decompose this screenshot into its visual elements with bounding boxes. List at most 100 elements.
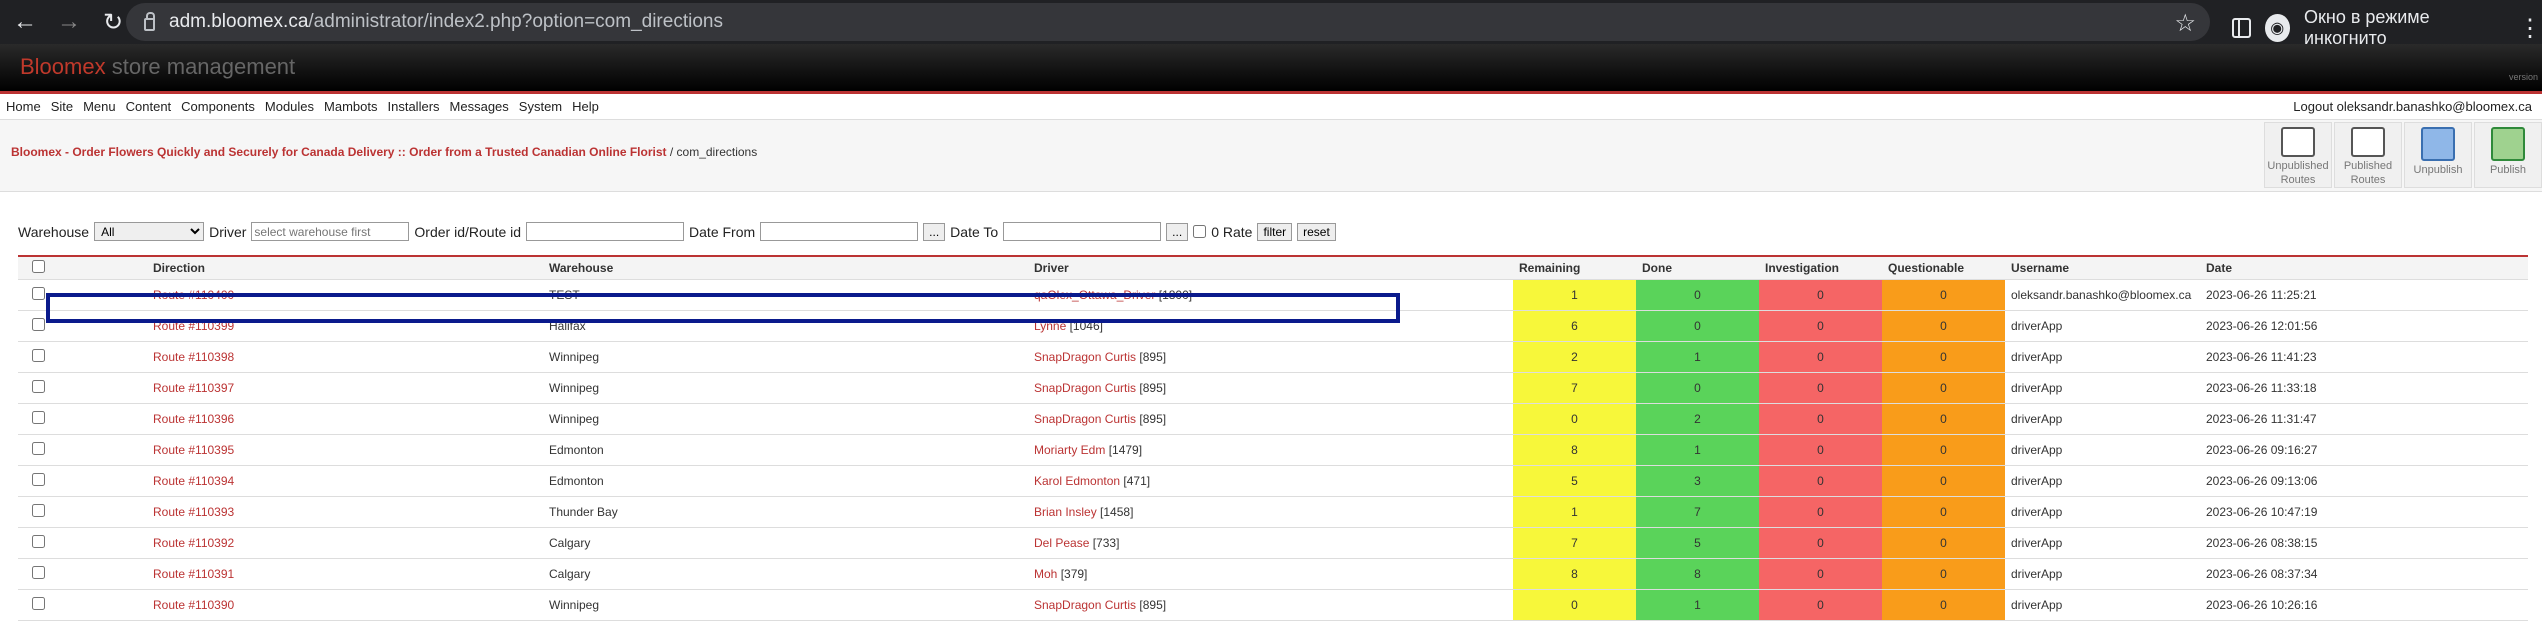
browser-menu-icon[interactable]: ⋮ <box>2518 14 2542 43</box>
done-cell: 2 <box>1636 403 1759 435</box>
driver-link[interactable]: Lynne <box>1034 319 1066 333</box>
menu-help[interactable]: Help <box>572 99 599 114</box>
date-cell: 2023-06-26 08:37:34 <box>2200 558 2528 590</box>
logout-link[interactable]: Logout oleksandr.banashko@bloomex.ca <box>2293 99 2532 114</box>
driver-link[interactable]: SnapDragon Curtis <box>1034 381 1136 395</box>
col-warehouse[interactable]: Warehouse <box>543 256 1028 280</box>
row-checkbox[interactable] <box>31 596 45 610</box>
route-link[interactable]: Route #110391 <box>153 567 234 581</box>
driver-link[interactable]: Moh <box>1034 567 1057 581</box>
route-link[interactable]: Route #110392 <box>153 536 234 550</box>
bookmark-star-icon[interactable]: ☆ <box>2174 9 2196 38</box>
driver-link[interactable]: Moriarty Edm <box>1034 443 1105 457</box>
row-checkbox[interactable] <box>31 379 45 393</box>
publish-button[interactable]: Publish <box>2474 122 2542 188</box>
col-direction[interactable]: Direction <box>58 256 543 280</box>
row-checkbox[interactable] <box>31 286 45 300</box>
brand-logo: Bloomex store management <box>20 54 295 80</box>
row-checkbox[interactable] <box>31 348 45 362</box>
row-checkbox[interactable] <box>31 503 45 517</box>
order-id-input[interactable] <box>526 222 685 241</box>
reload-icon[interactable]: ↻ <box>98 7 128 37</box>
menu-home[interactable]: Home <box>6 99 41 114</box>
route-link[interactable]: Route #110396 <box>153 412 234 426</box>
route-link[interactable]: Route #110390 <box>153 598 234 612</box>
lock-icon[interactable] <box>144 11 155 31</box>
remaining-cell: 8 <box>1513 434 1636 466</box>
driver-cell: Brian Insley [1458] <box>1028 496 1513 528</box>
url-text[interactable]: adm.bloomex.ca/administrator/index2.php?… <box>169 11 723 33</box>
col-done[interactable]: Done <box>1636 256 1759 280</box>
col-remaining[interactable]: Remaining <box>1513 256 1636 280</box>
menu-mambots[interactable]: Mambots <box>324 99 377 114</box>
done-cell: 0 <box>1636 310 1759 342</box>
row-select-cell <box>18 310 58 342</box>
row-checkbox[interactable] <box>31 441 45 455</box>
col-date[interactable]: Date <box>2200 256 2528 280</box>
row-checkbox[interactable] <box>31 472 45 486</box>
back-icon[interactable]: ← <box>10 7 40 37</box>
rate-checkbox[interactable] <box>1193 225 1207 238</box>
row-checkbox[interactable] <box>31 534 45 548</box>
driver-link[interactable]: qaOlex_Ottawa_Driver <box>1034 288 1155 302</box>
col-driver[interactable]: Driver <box>1028 256 1513 280</box>
col-investigation[interactable]: Investigation <box>1759 256 1882 280</box>
row-checkbox[interactable] <box>31 317 45 331</box>
date-from-picker-button[interactable]: ... <box>923 222 946 241</box>
row-checkbox[interactable] <box>31 410 45 424</box>
rate-label: 0 Rate <box>1211 223 1253 240</box>
reset-button[interactable]: reset <box>1297 222 1336 241</box>
date-cell: 2023-06-26 08:38:15 <box>2200 527 2528 559</box>
driver-link[interactable]: Brian Insley <box>1034 505 1097 519</box>
col-username[interactable]: Username <box>2005 256 2200 280</box>
route-link[interactable]: Route #110394 <box>153 474 234 488</box>
col-questionable[interactable]: Questionable <box>1882 256 2005 280</box>
driver-link[interactable]: SnapDragon Curtis <box>1034 598 1136 612</box>
warehouse-cell: Winnipeg <box>543 372 1028 404</box>
route-link[interactable]: Route #110395 <box>153 443 234 457</box>
route-link[interactable]: Route #110397 <box>153 381 234 395</box>
published-routes-button[interactable]: Published Routes <box>2334 122 2402 188</box>
incognito-label[interactable]: Окно в режиме инкогнито <box>2304 7 2498 49</box>
menu-menu[interactable]: Menu <box>83 99 116 114</box>
route-link[interactable]: Route #110398 <box>153 350 234 364</box>
done-cell: 7 <box>1636 496 1759 528</box>
menu-installers[interactable]: Installers <box>388 99 440 114</box>
date-from-input[interactable] <box>760 222 919 241</box>
unpublished-routes-button[interactable]: Unpublished Routes <box>2264 122 2332 188</box>
date-to-picker-button[interactable]: ... <box>1166 222 1189 241</box>
route-link[interactable]: Route #110400 <box>153 288 234 302</box>
forward-icon[interactable]: → <box>54 7 84 37</box>
investigation-cell: 0 <box>1759 589 1882 621</box>
username-cell: driverApp <box>2005 589 2200 621</box>
table-row: Route #110399 Halifax Lynne [1046] 6 0 0 0 driv… <box>18 310 2528 342</box>
menu-modules[interactable]: Modules <box>265 99 314 114</box>
date-to-input[interactable] <box>1003 222 1162 241</box>
menu-content[interactable]: Content <box>126 99 172 114</box>
unpublish-button[interactable]: Unpublish <box>2404 122 2472 188</box>
driver-id: [733] <box>1092 535 1120 550</box>
driver-link[interactable]: Karol Edmonton <box>1034 474 1120 488</box>
row-select-cell <box>18 496 58 528</box>
breadcrumb-home-link[interactable]: Bloomex - Order Flowers Quickly and Secu… <box>11 145 667 159</box>
driver-link[interactable]: SnapDragon Curtis <box>1034 350 1136 364</box>
incognito-icon[interactable]: ◉ <box>2264 14 2290 42</box>
filter-button[interactable]: filter <box>1257 222 1293 241</box>
menu-messages[interactable]: Messages <box>450 99 509 114</box>
driver-link[interactable]: Del Pease <box>1034 536 1089 550</box>
driver-input[interactable] <box>251 222 410 241</box>
route-link[interactable]: Route #110399 <box>153 319 234 333</box>
select-all-checkbox[interactable] <box>31 259 45 273</box>
driver-link[interactable]: SnapDragon Curtis <box>1034 412 1136 426</box>
menu-site[interactable]: Site <box>51 99 73 114</box>
side-panel-icon[interactable] <box>2232 18 2251 38</box>
investigation-cell: 0 <box>1759 341 1882 373</box>
menu-system[interactable]: System <box>519 99 562 114</box>
warehouse-select[interactable]: All <box>94 222 205 241</box>
row-checkbox[interactable] <box>31 565 45 579</box>
address-bar[interactable]: adm.bloomex.ca/administrator/index2.php?… <box>126 3 2210 41</box>
action-toolbar: Unpublished Routes Published Routes Unpu… <box>2264 122 2542 188</box>
route-link[interactable]: Route #110393 <box>153 505 234 519</box>
driver-id: [1479] <box>1108 442 1143 457</box>
menu-components[interactable]: Components <box>181 99 255 114</box>
